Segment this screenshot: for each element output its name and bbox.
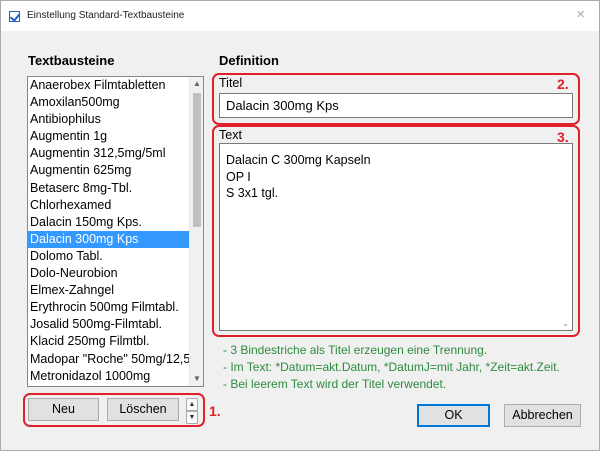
list-scrollbar[interactable]: ▲ ▼	[189, 77, 203, 386]
text-label: Text	[219, 128, 242, 142]
text-area[interactable]: Dalacin C 300mg Kapseln OP I S 3x1 tgl. …	[219, 143, 573, 331]
text-line: OP I	[226, 169, 251, 184]
chevron-down-icon: ⌄	[562, 319, 569, 328]
textbausteine-list[interactable]: Anaerobex Filmtabletten Amoxilan500mg Anti…	[27, 76, 204, 387]
list-item[interactable]: Antibiophilus	[28, 111, 190, 128]
move-up-icon[interactable]: ▲	[186, 398, 198, 411]
list-item[interactable]: Amoxilan500mg	[28, 94, 190, 111]
list-item[interactable]: Klacid 250mg Filmtbl.	[28, 333, 190, 350]
scroll-up-icon[interactable]: ▲	[190, 77, 203, 91]
list-item[interactable]: Elmex-Zahngel	[28, 282, 190, 299]
hint-line: - Bei leerem Text wird der Titel verwend…	[223, 377, 447, 391]
text-line: S 3x1 tgl.	[226, 186, 279, 200]
new-button[interactable]: Neu	[28, 398, 99, 421]
titel-label: Titel	[219, 76, 243, 90]
list-item[interactable]: Augmentin 312,5mg/5ml	[28, 145, 190, 162]
hint-line: - 3 Bindestriche als Titel erzeugen eine…	[223, 343, 488, 357]
dialog-window: Einstellung Standard-Textbausteine × Tex…	[0, 0, 600, 451]
text-line: Dalacin C 300mg Kapseln	[226, 153, 371, 167]
ok-button[interactable]: OK	[417, 404, 490, 427]
window-title: Einstellung Standard-Textbausteine	[27, 10, 185, 21]
scroll-thumb[interactable]	[193, 93, 201, 227]
delete-button[interactable]: Löschen	[107, 398, 179, 421]
close-icon[interactable]: ×	[576, 7, 585, 22]
list-items: Anaerobex Filmtabletten Amoxilan500mg Anti…	[28, 77, 190, 387]
list-item[interactable]: Chlorhexamed	[28, 197, 190, 214]
titel-input[interactable]: Dalacin 300mg Kps	[219, 93, 573, 118]
list-item[interactable]: Betaserc 8mg-Tbl.	[28, 180, 190, 197]
list-item[interactable]: Metronidazol 1000mg	[28, 368, 190, 385]
textbausteine-heading: Textbausteine	[28, 53, 115, 68]
marker-2: 2.	[557, 76, 569, 92]
list-item[interactable]: Dolomo Tabl.	[28, 248, 190, 265]
cancel-button[interactable]: Abbrechen	[504, 404, 581, 427]
scroll-down-icon[interactable]: ▼	[190, 372, 203, 386]
list-item[interactable]: Madopar "Roche" 50mg/12,5mg	[28, 351, 190, 368]
marker-1: 1.	[209, 403, 221, 419]
move-down-icon[interactable]: ▼	[186, 411, 198, 424]
list-item[interactable]: Dolo-Neurobion	[28, 265, 190, 282]
list-item[interactable]: Erythrocin 500mg Filmtabl.	[28, 299, 190, 316]
list-item[interactable]: Dalacin 150mg Kps.	[28, 214, 190, 231]
list-item[interactable]: Anaerobex Filmtabletten	[28, 77, 190, 94]
list-item[interactable]: Movalen 300mg/5ml Sirup	[28, 385, 190, 387]
list-item[interactable]: Augmentin 625mg	[28, 162, 190, 179]
hint-line: - Im Text: *Datum=akt.Datum, *DatumJ=mit…	[223, 360, 560, 374]
definition-heading: Definition	[219, 53, 279, 68]
list-item[interactable]: Josalid 500mg-Filmtabl.	[28, 316, 190, 333]
list-item[interactable]: Dalacin 300mg Kps	[28, 230, 190, 248]
title-bar: Einstellung Standard-Textbausteine ×	[1, 1, 599, 31]
list-item[interactable]: Augmentin 1g	[28, 128, 190, 145]
checkbox-app-icon	[9, 11, 20, 22]
